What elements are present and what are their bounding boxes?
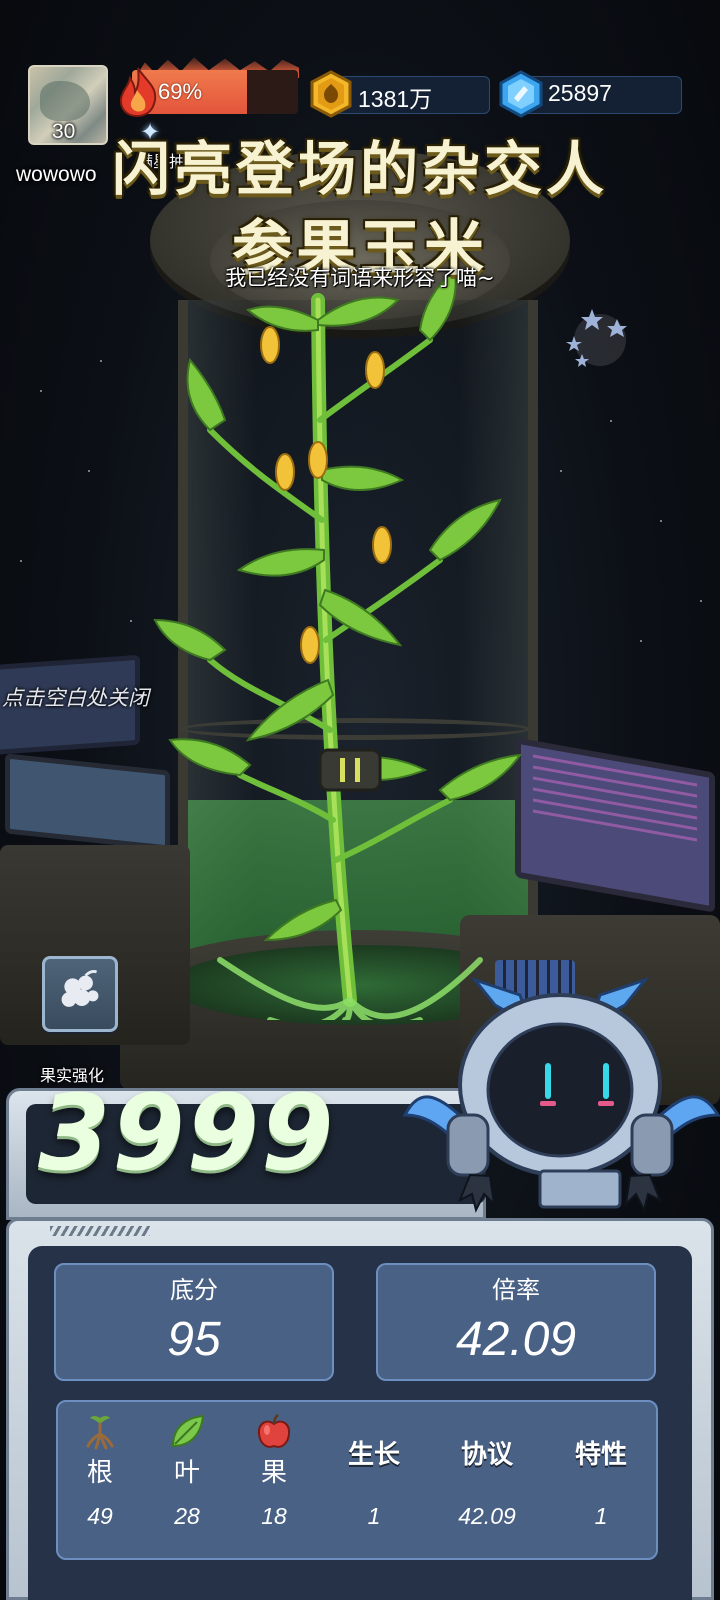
- fruit-value: 18: [261, 1503, 287, 1529]
- tap-empty-area-to-close-hint: 点击空白处关闭: [2, 686, 149, 710]
- left-screen: [5, 753, 170, 851]
- leaf-value: 28: [174, 1503, 200, 1529]
- growth-label: 生长: [347, 1440, 400, 1470]
- base-score-value: 95: [167, 1313, 221, 1366]
- coin-icon: [310, 70, 352, 118]
- growth-value: 1: [367, 1503, 381, 1529]
- protocol-value: 42.09: [458, 1503, 516, 1529]
- panel-stripes: [50, 1226, 150, 1236]
- multiplier-label: 倍率: [492, 1276, 540, 1304]
- reveal-subtitle: 我已经没有词语来形容了喵~: [225, 266, 495, 290]
- multiplier-value: 42.09: [455, 1313, 577, 1366]
- score-breakdown-table: [56, 1400, 658, 1560]
- gem-amount: 25897: [548, 80, 612, 106]
- apple-icon: [257, 1414, 291, 1448]
- reveal-title-line1: 闪亮登场的杂交人: [111, 135, 608, 203]
- total-score: 3999: [38, 1072, 336, 1194]
- flame-icon: [119, 67, 157, 118]
- root-value: 49: [87, 1503, 113, 1529]
- fruit-enhance-button[interactable]: [42, 956, 118, 1032]
- robot-mascot: [402, 976, 720, 1213]
- energy-percent: 69%: [158, 79, 203, 104]
- protocol-label: 协议: [460, 1440, 513, 1470]
- leaf-label: 叶: [173, 1458, 200, 1488]
- root-icon: [86, 1416, 114, 1450]
- leaf-icon: [171, 1414, 205, 1448]
- gem-icon: [499, 70, 543, 118]
- corn-plant-illustration: [153, 268, 523, 1020]
- trait-label: 特性: [574, 1440, 627, 1470]
- stars-decoration-icon: [566, 309, 627, 367]
- root-label: 根: [86, 1458, 113, 1488]
- trait-value: 1: [594, 1503, 608, 1529]
- berries-icon: [61, 970, 99, 1007]
- base-score-label: 底分: [170, 1276, 218, 1304]
- fruit-label: 果: [260, 1458, 287, 1488]
- coin-amount: 1381万: [358, 86, 433, 112]
